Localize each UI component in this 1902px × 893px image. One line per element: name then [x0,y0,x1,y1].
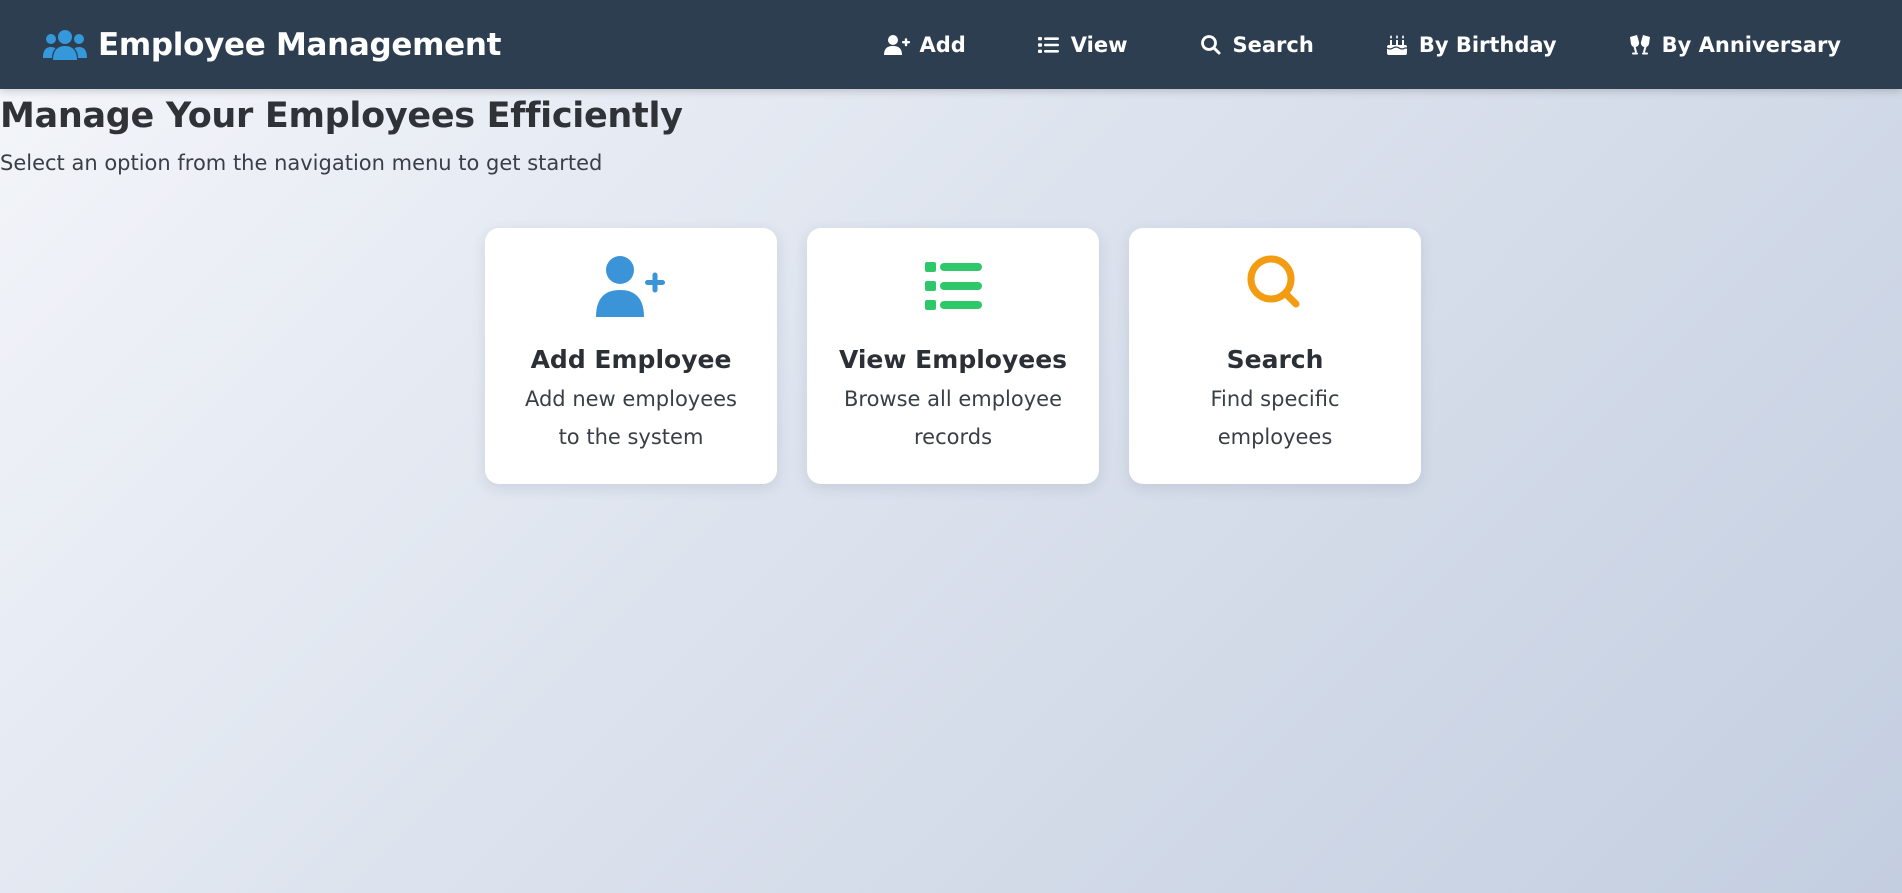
nav-item-label: View [1070,32,1128,57]
nav-item-label: By Anniversary [1661,32,1841,57]
nav-item-label: Search [1232,32,1314,57]
nav-item-add[interactable]: Add [849,0,1000,89]
users-icon [43,29,87,60]
nav-item-search[interactable]: Search [1163,0,1349,89]
glass-cheers-icon [1629,34,1650,54]
card-description: Add new employees to the system [524,387,737,449]
nav-item-by-anniversary[interactable]: By Anniversary [1592,0,1841,89]
card-view-employees[interactable]: View Employees Browse all employee recor… [807,228,1099,484]
card-add-employee[interactable]: Add Employee Add new employees to the sy… [485,228,777,484]
card-title: Search [1226,345,1324,374]
search-icon [1200,34,1221,54]
brand[interactable]: Employee Management [43,0,501,89]
nav-item-label: By Birthday [1418,32,1557,57]
search-icon [1247,255,1300,308]
nav-item-view[interactable]: View [1001,0,1163,89]
list-icon [925,262,982,310]
nav-item-label: Add [919,32,966,57]
page-title: Manage Your Employees Efficiently [0,96,683,136]
birthday-cake-icon [1386,34,1407,55]
page-subtitle: Select an option from the navigation men… [0,151,603,175]
card-description: Browse all employee records [843,387,1062,449]
user-plus-icon [596,256,665,317]
list-icon [1037,36,1059,53]
card-search[interactable]: Search Find specific employees [1129,228,1421,484]
card-description: Find specific employees [1210,387,1340,449]
action-cards: Add Employee Add new employees to the sy… [485,228,1421,484]
user-plus-icon [884,34,911,55]
top-navbar: Employee Management Add View Search By B… [0,0,1902,89]
app-title: Employee Management [98,26,502,63]
main-nav: Add View Search By Birthday By Anniversa… [849,0,1841,89]
card-title: Add Employee [530,345,732,374]
card-title: View Employees [838,345,1068,374]
nav-item-by-birthday[interactable]: By Birthday [1349,0,1592,89]
